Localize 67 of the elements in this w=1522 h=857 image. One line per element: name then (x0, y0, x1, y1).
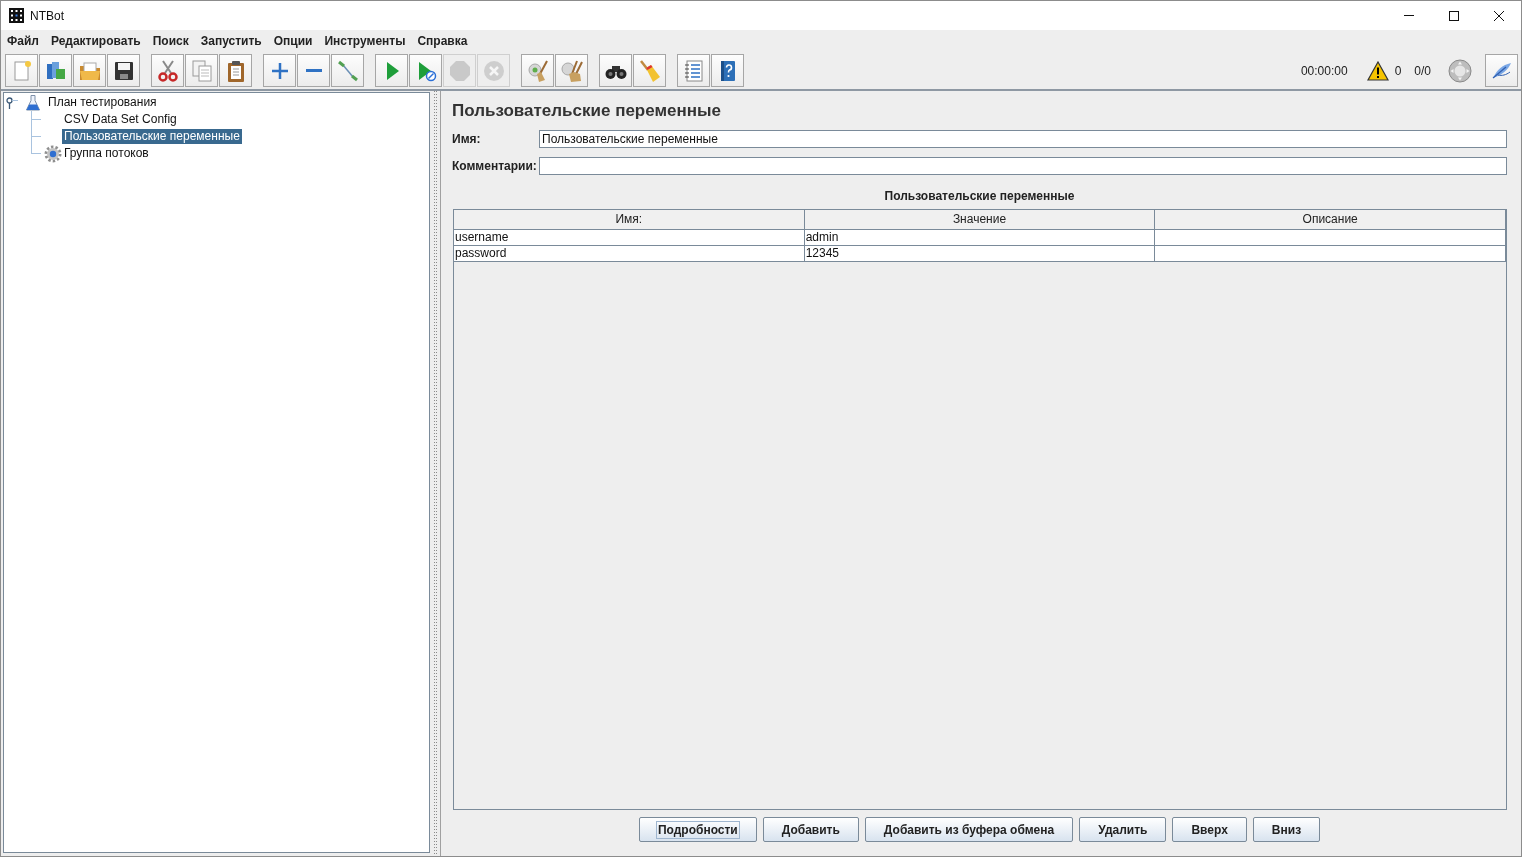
column-header[interactable]: Имя: (454, 210, 805, 230)
column-header[interactable]: Описание (1155, 210, 1506, 230)
clear-button[interactable] (521, 54, 554, 87)
stop-sign-icon (447, 58, 472, 83)
circle-brooms-icon (559, 58, 584, 83)
window-title: NTBot (30, 8, 64, 23)
templates-button[interactable] (39, 54, 72, 87)
maximize-icon (1448, 10, 1459, 21)
flask-icon (26, 94, 40, 111)
action-button[interactable]: Добавить из буфера обмена (864, 817, 1074, 842)
app-logo-icon (9, 8, 24, 23)
tree-item[interactable]: Пользовательские переменные (62, 129, 242, 144)
circle-broom-icon (525, 58, 550, 83)
paste-button[interactable] (219, 54, 252, 87)
menu-item[interactable]: Файл (1, 32, 45, 50)
menu-item[interactable]: Опции (267, 32, 319, 50)
clear-all-button[interactable] (555, 54, 588, 87)
input-field[interactable] (539, 157, 1507, 175)
action-button[interactable]: Удалить (1079, 817, 1167, 842)
toolbar-button[interactable] (1485, 54, 1518, 87)
start-no-pause-button[interactable] (409, 54, 442, 87)
new-button[interactable] (5, 54, 38, 87)
expand-button[interactable] (263, 54, 296, 87)
menu-item[interactable]: Поиск (146, 32, 195, 50)
help-button[interactable] (711, 54, 744, 87)
cancel-icon (481, 58, 506, 83)
scissors-icon (155, 58, 180, 83)
broom-icon (637, 58, 662, 83)
editor-title: Пользовательские переменные (452, 101, 722, 121)
field-label: Комментарии: (452, 159, 538, 173)
diagonal-line-icon (335, 58, 360, 83)
table-cell: username (454, 230, 805, 246)
copy-icon (189, 58, 214, 83)
table-cell: admin (804, 230, 1156, 246)
minimize-icon (1403, 15, 1414, 16)
field-label: Имя: (452, 132, 482, 146)
action-button[interactable]: Добавить (762, 817, 859, 842)
action-button[interactable]: Вверх (1172, 817, 1247, 842)
toggle-button[interactable] (331, 54, 364, 87)
warning-icon[interactable] (1366, 60, 1389, 81)
start-button[interactable] (375, 54, 408, 87)
menu-item[interactable]: Редактировать (44, 32, 147, 50)
table-cell: 12345 (804, 246, 1156, 262)
gear-icon (44, 144, 62, 163)
action-button[interactable]: Вниз (1252, 817, 1321, 842)
error-count: 0 (1394, 63, 1402, 78)
save-button[interactable] (107, 54, 140, 87)
tree-handle-icon[interactable] (6, 96, 18, 109)
thread-count: 0/0 (1414, 63, 1431, 78)
input-field[interactable]: Пользовательские переменные (539, 130, 1507, 148)
menu-item[interactable]: Запустить (194, 32, 268, 50)
status-circle-icon (1448, 58, 1472, 83)
action-button[interactable]: Подробности (638, 817, 757, 842)
minus-icon (305, 69, 322, 72)
tree-item[interactable]: CSV Data Set Config (62, 112, 179, 127)
collapse-button[interactable] (297, 54, 330, 87)
table-title: Пользовательские переменные (884, 188, 1075, 204)
close-icon (1493, 10, 1504, 21)
table-cell: password (454, 246, 805, 262)
elapsed-time: 00:00:00 (1300, 63, 1348, 78)
tree-item[interactable]: План тестирования (46, 95, 159, 110)
cut-button[interactable] (151, 54, 184, 87)
column-header[interactable]: Значение (804, 210, 1156, 230)
search-button[interactable] (599, 54, 632, 87)
menu-item[interactable]: Справка (411, 32, 474, 50)
tree-item[interactable]: Группа потоков (62, 146, 151, 161)
menu-item[interactable]: Инструменты (318, 32, 412, 50)
